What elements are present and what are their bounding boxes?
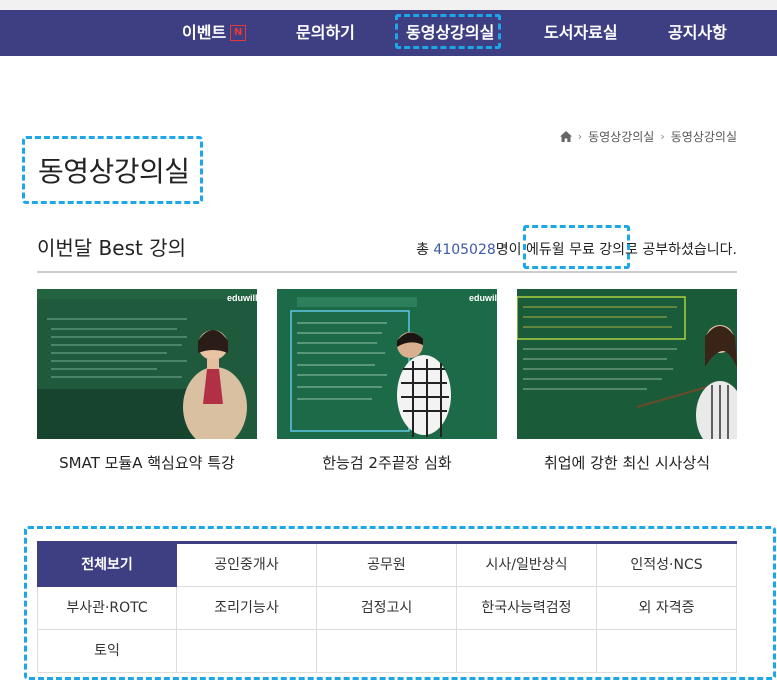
new-badge: N xyxy=(230,24,247,41)
highlight-category-box xyxy=(24,526,776,680)
chevron-right-icon: › xyxy=(660,130,665,143)
divider xyxy=(37,271,737,273)
nav-item-library[interactable]: 도서자료실 xyxy=(544,10,618,56)
nav-item-inquiry[interactable]: 문의하기 xyxy=(296,10,355,56)
breadcrumb-item[interactable]: 동영상강의실 xyxy=(588,128,654,145)
nav-item-notice[interactable]: 공지사항 xyxy=(668,10,727,56)
video-thumbnail[interactable] xyxy=(517,289,737,439)
stat-prefix: 총 xyxy=(416,242,434,258)
top-strip xyxy=(0,0,777,10)
home-icon[interactable] xyxy=(559,131,572,142)
main-nav: 이벤트 N 문의하기 동영상강의실 도서자료실 공지사항 xyxy=(0,10,777,56)
highlight-nav-box xyxy=(395,14,501,49)
highlight-stat-box xyxy=(523,225,630,269)
brand-text: eduwill xyxy=(469,293,497,303)
brand-text: eduwill xyxy=(227,293,257,303)
video-title[interactable]: SMAT 모듈A 핵심요약 특강 xyxy=(37,452,257,473)
nav-item-label: 공지사항 xyxy=(668,23,727,42)
highlight-title-box xyxy=(22,136,203,204)
nav-item-label: 문의하기 xyxy=(296,23,355,42)
nav-item-event[interactable]: 이벤트 N xyxy=(182,10,247,56)
breadcrumb-item[interactable]: 동영상강의실 xyxy=(671,128,737,145)
video-title[interactable]: 취업에 강한 최신 시사상식 xyxy=(517,452,737,473)
nav-item-label: 이벤트 xyxy=(182,23,227,42)
nav-item-label: 도서자료실 xyxy=(544,23,618,42)
breadcrumb: › 동영상강의실 › 동영상강의실 xyxy=(559,128,737,145)
video-thumbnail[interactable]: eduwill xyxy=(37,289,257,439)
video-thumbnail[interactable]: eduwill xyxy=(277,289,497,439)
chevron-right-icon: › xyxy=(577,130,583,143)
best-lectures-heading: 이번달 Best 강의 xyxy=(37,236,187,260)
video-title[interactable]: 한능검 2주끝장 심화 xyxy=(277,452,497,473)
learner-count: 4105028 xyxy=(433,242,496,258)
